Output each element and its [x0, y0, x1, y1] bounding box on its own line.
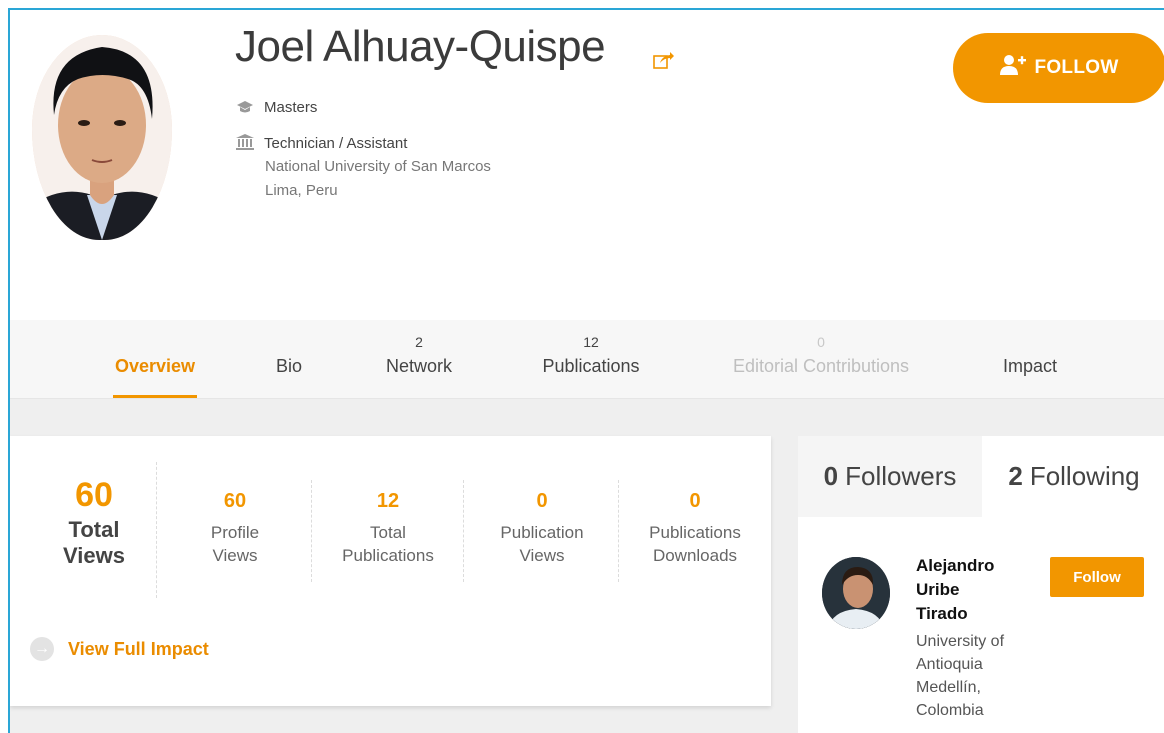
- stat-value: 60: [223, 490, 247, 512]
- position-row: Technician / Assistant: [236, 134, 407, 152]
- tab-count: 12: [583, 334, 599, 350]
- tab-impact[interactable]: Impact: [990, 320, 1070, 398]
- arrow-circle-icon: →: [30, 637, 54, 661]
- tab-editorial-contributions[interactable]: 0 Editorial Contributions: [716, 320, 926, 398]
- tab-label: Publications: [542, 356, 640, 376]
- profile-page: Joel Alhuay-Quispe Masters Technician / …: [8, 8, 1164, 733]
- stat-label-2: Views: [519, 546, 565, 565]
- person-affiliation: University of Antioquia Medellín, Colomb…: [916, 630, 1036, 722]
- total-publications-stat: 12 Total Publications: [328, 490, 448, 567]
- profile-name: Joel Alhuay-Quispe: [235, 22, 606, 71]
- tab-network[interactable]: 2 Network: [376, 320, 462, 398]
- stat-label-1: Publications: [649, 523, 741, 542]
- tab-count: 2: [415, 334, 423, 350]
- follow-button[interactable]: FOLLOW: [953, 33, 1164, 103]
- institution-text: National University of San Marcos: [265, 158, 491, 175]
- stat-label-2: Downloads: [652, 546, 738, 565]
- tab-label: Network: [385, 356, 452, 376]
- tab-label: Editorial Contributions: [732, 356, 910, 376]
- tab-overview[interactable]: Overview: [113, 320, 197, 398]
- person-name[interactable]: Alejandro Uribe Tirado: [916, 554, 1026, 626]
- divider: [618, 480, 619, 582]
- profile-header: Joel Alhuay-Quispe Masters Technician / …: [10, 10, 1164, 320]
- tab-following[interactable]: 2 Following: [982, 436, 1164, 517]
- stat-value: 0: [689, 490, 701, 512]
- position-text: Technician / Assistant: [264, 135, 408, 152]
- profile-tabs: Overview Bio 2 Network 12 Publications 0…: [10, 320, 1164, 399]
- network-panel: 0 Followers 2 Following Alejandro Uribe …: [798, 436, 1164, 733]
- institution-icon: [236, 134, 254, 150]
- person-aff-line: Antioquia: [916, 656, 983, 673]
- view-full-impact-label: View Full Impact: [68, 638, 209, 659]
- divider: [156, 462, 157, 598]
- following-label: Following: [1029, 461, 1140, 491]
- stat-value: 12: [376, 490, 400, 512]
- tab-count: 0: [817, 334, 825, 350]
- add-user-icon: [1000, 55, 1027, 81]
- tab-followers[interactable]: 0 Followers: [798, 436, 982, 517]
- stat-label-1: Total: [370, 523, 406, 542]
- person-aff-line: Colombia: [916, 702, 984, 719]
- tab-label: Impact: [1002, 356, 1058, 376]
- followers-label: Followers: [845, 461, 957, 491]
- followers-count: 0: [823, 461, 839, 491]
- total-views-label-2: Views: [63, 543, 125, 568]
- stat-label-2: Views: [212, 546, 258, 565]
- following-count: 2: [1008, 461, 1023, 491]
- graduation-cap-icon: [236, 100, 254, 114]
- share-icon[interactable]: [653, 50, 675, 70]
- person-name-line: Alejandro: [916, 556, 995, 575]
- tab-count: [990, 320, 1070, 356]
- tab-bio[interactable]: Bio: [265, 320, 313, 398]
- total-views-label-1: Total: [68, 517, 120, 542]
- stat-label-1: Profile: [210, 523, 260, 542]
- avatar[interactable]: [822, 557, 890, 629]
- stat-label-2: Publications: [342, 546, 434, 565]
- divider: [311, 480, 312, 582]
- publication-downloads-stat: 0 Publications Downloads: [630, 490, 760, 567]
- tab-label: Overview: [114, 356, 196, 376]
- degree-row: Masters: [236, 99, 317, 116]
- person-name-line: Tirado: [916, 604, 968, 623]
- follow-person-button[interactable]: Follow: [1050, 557, 1144, 597]
- tab-publications[interactable]: 12 Publications: [531, 320, 651, 398]
- person-name-line: Uribe: [916, 580, 960, 599]
- profile-views-stat: 60 Profile Views: [175, 490, 295, 567]
- publication-views-stat: 0 Publication Views: [482, 490, 602, 567]
- divider: [463, 480, 464, 582]
- view-full-impact-link[interactable]: → View Full Impact: [30, 637, 209, 661]
- tab-count: [265, 320, 313, 356]
- total-views-value: 60: [75, 476, 113, 514]
- total-views-stat: 60 Total Views: [34, 476, 154, 569]
- tab-label: Bio: [275, 356, 302, 376]
- degree-text: Masters: [264, 99, 318, 116]
- location-text: Lima, Peru: [265, 182, 338, 199]
- person-aff-line: Medellín,: [916, 679, 981, 696]
- stat-value: 0: [536, 490, 548, 512]
- follow-button-label: FOLLOW: [1034, 57, 1119, 78]
- person-aff-line: University of: [916, 633, 1005, 650]
- stat-label-1: Publication: [500, 523, 584, 542]
- profile-avatar: [32, 35, 172, 240]
- tab-count: [113, 320, 197, 356]
